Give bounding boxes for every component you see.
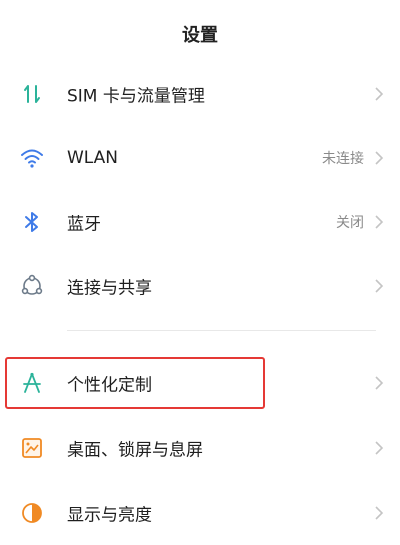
chevron-right-icon — [372, 503, 386, 523]
share-icon — [18, 272, 46, 300]
settings-item-sim[interactable]: SIM 卡与流量管理 — [0, 62, 400, 126]
brightness-icon — [18, 499, 46, 527]
chevron-right-icon — [372, 438, 386, 458]
sim-traffic-icon — [18, 80, 46, 108]
page-title: 设置 — [182, 25, 218, 46]
chevron-right-icon — [372, 373, 386, 393]
chevron-right-icon — [372, 212, 386, 232]
desktop-lock-icon — [18, 434, 46, 462]
settings-item-label: 桌面、锁屏与息屏 — [67, 440, 203, 461]
settings-item-label: SIM 卡与流量管理 — [67, 86, 205, 107]
settings-item-label: 连接与共享 — [67, 278, 152, 299]
settings-item-personalize[interactable]: 个性化定制 — [0, 351, 400, 415]
settings-item-label: 显示与亮度 — [67, 505, 152, 526]
settings-item-status: 未连接 — [322, 151, 364, 167]
settings-item-label: 个性化定制 — [67, 375, 152, 396]
chevron-right-icon — [372, 276, 386, 296]
chevron-right-icon — [372, 148, 386, 168]
settings-item-status: 关闭 — [336, 215, 364, 231]
personalize-icon — [18, 369, 46, 397]
settings-item-label: WLAN — [67, 148, 119, 168]
settings-item-wlan[interactable]: WLAN 未连接 — [0, 126, 400, 190]
settings-item-desktop-lock[interactable]: 桌面、锁屏与息屏 — [0, 416, 400, 480]
chevron-right-icon — [372, 84, 386, 104]
settings-item-label: 蓝牙 — [67, 214, 101, 235]
section-divider — [67, 330, 376, 331]
bluetooth-icon — [18, 208, 46, 236]
settings-item-display[interactable]: 显示与亮度 — [0, 481, 400, 545]
settings-item-bluetooth[interactable]: 蓝牙 关闭 — [0, 190, 400, 254]
settings-item-connect-share[interactable]: 连接与共享 — [0, 254, 400, 318]
wifi-icon — [18, 144, 46, 172]
